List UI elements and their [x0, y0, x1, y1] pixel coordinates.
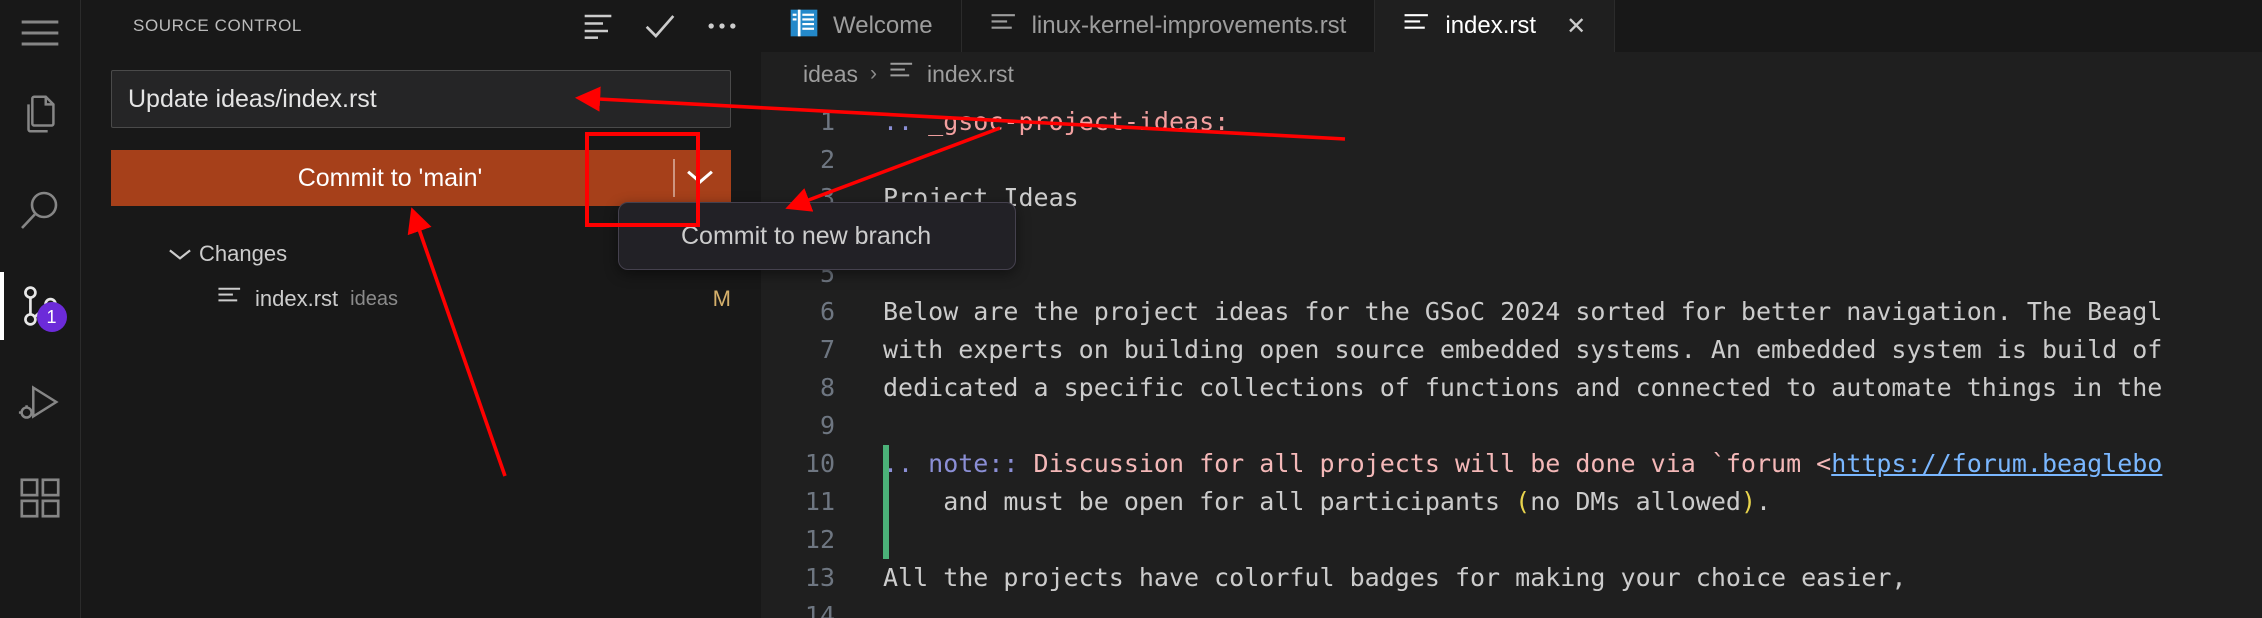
more-actions-icon[interactable]	[705, 11, 739, 41]
code-line[interactable]: dedicated a specific collections of func…	[883, 369, 2262, 407]
vscode-window: 1 SOURCE CONTROL Update ideas/index.rst …	[0, 0, 2262, 618]
run-debug-icon[interactable]	[0, 354, 81, 450]
code-line[interactable]: ##	[883, 217, 2262, 255]
view-as-list-icon[interactable]	[581, 11, 615, 41]
chevron-right-icon: ›	[869, 62, 877, 85]
code-token: and must be open for all participants	[883, 487, 1516, 516]
code-token: dedicated a specific collections of func…	[883, 373, 2163, 402]
sidebar-action-bar	[581, 11, 739, 41]
explorer-icon[interactable]	[0, 66, 81, 162]
code-line[interactable]: .. note:: Discussion for all projects wi…	[883, 445, 2262, 483]
search-icon[interactable]	[0, 162, 81, 258]
page-title: SOURCE CONTROL	[133, 16, 302, 35]
commit-dropdown-tooltip: Commit to new branch	[618, 202, 1016, 270]
changes-group-label: Changes	[199, 241, 288, 266]
line-number: 12	[804, 525, 835, 554]
code-line[interactable]	[883, 407, 2262, 445]
code-line[interactable]: All the projects have colorful badges fo…	[883, 559, 2262, 597]
status-badge: M	[712, 286, 731, 311]
extensions-icon[interactable]	[0, 450, 81, 546]
code-token: Discussion for all projects will be done…	[1033, 449, 1832, 478]
code-editor[interactable]: 1234567891011121314 .. _gsoc-project-ide…	[761, 96, 2262, 618]
commit-button[interactable]: Commit to 'main'	[111, 150, 669, 206]
code-token: _gsoc-project-ideas:	[928, 107, 1230, 136]
line-number: 9	[819, 411, 835, 440]
code-token: .	[1756, 487, 1772, 516]
breadcrumb-item-file[interactable]: index.rst	[927, 61, 1014, 88]
tab-index-rst[interactable]: index.rst ✕	[1375, 0, 1616, 52]
commit-message-area	[81, 52, 761, 128]
activity-bar: 1	[0, 0, 81, 618]
tab-linux-kernel-improvements[interactable]: linux-kernel-improvements.rst	[961, 0, 1376, 52]
line-number: 13	[804, 563, 835, 592]
commit-button-label: Commit to 'main'	[297, 163, 483, 192]
code-token: ..	[883, 107, 929, 136]
code-line[interactable]	[883, 141, 2262, 179]
dirty-indicator	[883, 445, 889, 483]
code-line[interactable]	[883, 597, 2262, 618]
commit-dropdown-button[interactable]	[669, 150, 731, 206]
tab-welcome[interactable]: Welcome	[761, 0, 962, 52]
line-number: 14	[804, 601, 835, 618]
list-item[interactable]: index.rst ideas M	[81, 276, 761, 322]
code-line[interactable]: .. _gsoc-project-ideas:	[883, 103, 2262, 141]
commit-message-input[interactable]	[111, 70, 731, 128]
tab-label: linux-kernel-improvements.rst	[1031, 12, 1347, 39]
tooltip-label: Commit to new branch	[681, 221, 932, 250]
code-token: All the projects have colorful badges fo…	[883, 563, 1907, 592]
source-control-sidebar: SOURCE CONTROL Update ideas/index.rst Co…	[81, 0, 761, 618]
line-number: 10	[804, 449, 835, 478]
rst-file-icon	[889, 60, 915, 88]
chevron-down-icon	[167, 245, 193, 263]
code-line[interactable]: Project Ideas	[883, 179, 2262, 217]
welcome-icon	[789, 8, 819, 45]
code-token: (	[1515, 487, 1531, 516]
sidebar-header: SOURCE CONTROL	[81, 0, 761, 52]
dirty-indicator	[883, 521, 889, 559]
tab-label: index.rst	[1445, 12, 1537, 39]
code-line[interactable]	[883, 255, 2262, 293]
changed-file-directory: ideas	[350, 287, 398, 310]
tab-label: Welcome	[833, 12, 933, 39]
line-number: 11	[804, 487, 835, 516]
rst-file-icon	[990, 11, 1018, 42]
code-content[interactable]: .. _gsoc-project-ideas: Project Ideas## Be…	[857, 96, 2262, 618]
breadcrumb: ideas › index.rst	[761, 52, 2262, 96]
chevron-down-icon	[683, 165, 717, 192]
rst-file-icon	[1403, 11, 1431, 42]
code-token: ..	[883, 449, 929, 478]
rst-file-icon	[217, 285, 243, 313]
sidebar-item-source-control[interactable]: 1	[0, 258, 81, 354]
line-number: 8	[819, 373, 835, 402]
checkmark-icon[interactable]	[643, 11, 677, 41]
line-number: 6	[819, 297, 835, 326]
editor-area: Welcome linux-kernel-improvements.rst in…	[761, 0, 2262, 618]
commit-button-group: Commit to 'main'	[111, 150, 731, 206]
code-token: )	[1740, 487, 1756, 516]
code-token: no DMs allowed	[1530, 487, 1741, 516]
tab-bar-empty-space	[1615, 0, 2262, 52]
menu-icon[interactable]	[0, 0, 81, 66]
code-line[interactable]	[883, 521, 2262, 559]
breadcrumb-item-folder[interactable]: ideas	[803, 61, 858, 88]
close-icon[interactable]: ✕	[1566, 12, 1586, 41]
code-token: Below are the project ideas for the GSoC…	[883, 297, 2163, 326]
code-line[interactable]: with experts on building open source emb…	[883, 331, 2262, 369]
tab-bar: Welcome linux-kernel-improvements.rst in…	[761, 0, 2262, 52]
code-line[interactable]: and must be open for all participants (n…	[883, 483, 2262, 521]
dirty-indicator	[883, 483, 889, 521]
line-number: 7	[819, 335, 835, 364]
changed-file-name: index.rst	[255, 286, 339, 311]
code-token: note::	[928, 449, 1034, 478]
line-number: 2	[819, 145, 835, 174]
source-control-badge: 1	[36, 302, 67, 332]
code-token: https://forum.beaglebo	[1831, 449, 2163, 478]
code-token: with experts on building open source emb…	[883, 335, 2163, 364]
line-number: 1	[819, 107, 835, 136]
code-line[interactable]: Below are the project ideas for the GSoC…	[883, 293, 2262, 331]
line-number-gutter: 1234567891011121314	[761, 96, 857, 618]
